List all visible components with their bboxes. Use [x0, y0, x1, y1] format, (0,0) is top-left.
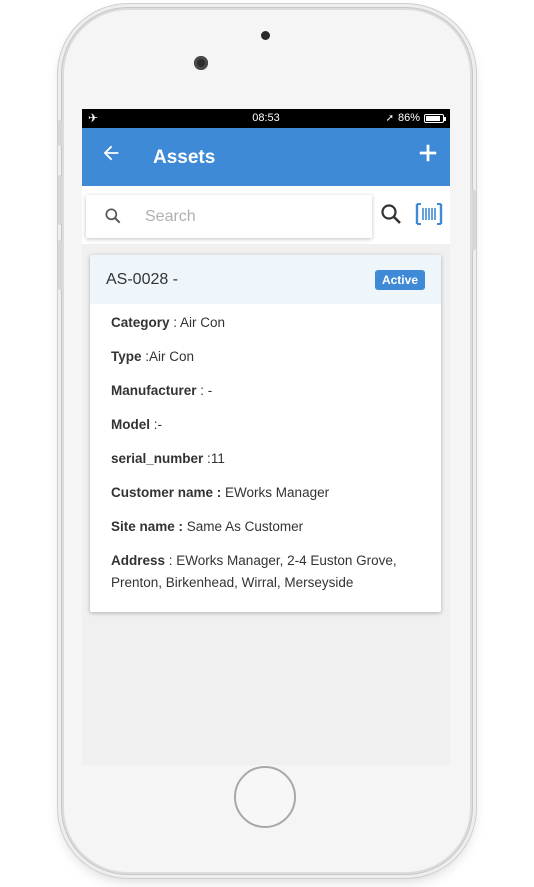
- field-type: Type :Air Con: [111, 349, 195, 364]
- battery-percent: 86%: [397, 112, 420, 124]
- battery-icon: [424, 113, 446, 123]
- app-bar: Assets: [82, 128, 450, 186]
- search-row: [82, 186, 450, 244]
- side-button: [58, 120, 62, 146]
- arrow-left-icon[interactable]: [100, 142, 122, 171]
- asset-card[interactable]: AS-0028 - Active Category : Air Con Type…: [90, 255, 441, 612]
- field-category: Category : Air Con: [111, 315, 226, 330]
- power-button: [472, 190, 476, 250]
- proximity-sensor: [261, 31, 270, 40]
- field-site-name: Site name : Same As Customer: [111, 519, 304, 534]
- status-right: ➚ 86%: [385, 112, 446, 124]
- field-model: Model :-: [111, 417, 163, 432]
- status-badge: Active: [374, 270, 425, 290]
- status-bar: ✈ 08:53 ➚ 86%: [82, 109, 450, 128]
- field-manufacturer: Manufacturer : -: [111, 383, 213, 398]
- page-title: Assets: [153, 147, 216, 168]
- search-box[interactable]: [86, 195, 372, 238]
- search-input[interactable]: [143, 205, 357, 229]
- home-button[interactable]: [234, 766, 296, 828]
- location-icon: ➚: [385, 112, 394, 124]
- volume-down-button: [58, 240, 62, 290]
- plus-icon[interactable]: [417, 140, 439, 170]
- search-button-icon[interactable]: [379, 202, 403, 226]
- front-camera: [194, 56, 208, 70]
- screen: ✈ 08:53 ➚ 86% Assets AS-0028 -: [82, 109, 450, 765]
- search-icon: [105, 208, 121, 224]
- volume-up-button: [58, 175, 62, 225]
- asset-card-header: AS-0028 - Active: [90, 255, 441, 304]
- field-address: Address : EWorks Manager, 2-4 Euston Gro…: [111, 553, 397, 590]
- barcode-scanner-icon[interactable]: [415, 202, 443, 226]
- field-customer-name: Customer name : EWorks Manager: [111, 485, 330, 500]
- asset-code: AS-0028 -: [106, 271, 179, 288]
- field-serial-number: serial_number :11: [111, 451, 225, 466]
